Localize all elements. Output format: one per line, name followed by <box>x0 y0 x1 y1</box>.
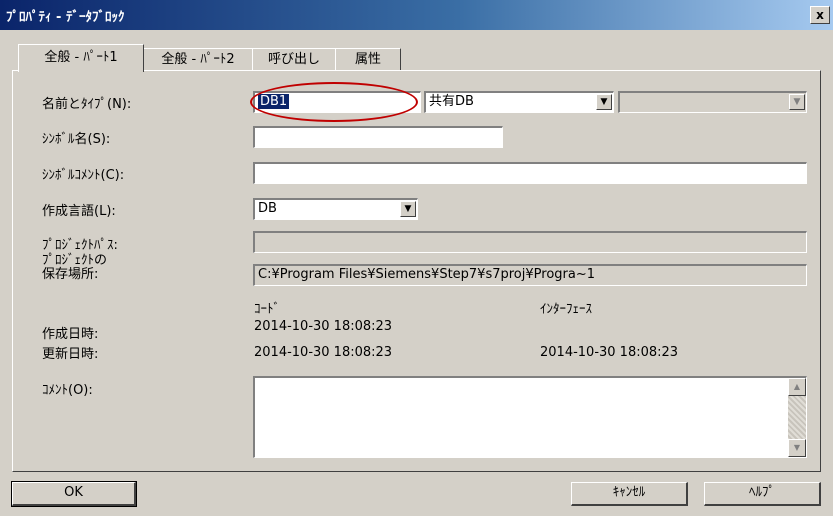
created-code-date: 2014-10-30 18:08:23 <box>254 319 393 334</box>
block-type-value: 共有DB <box>429 94 474 109</box>
language-value: DB <box>258 201 277 216</box>
close-button[interactable]: x <box>810 6 830 24</box>
tab-general-part2[interactable]: 全般 - ﾊﾟｰﾄ2 <box>143 48 253 71</box>
created-label: 作成日時: <box>42 327 99 342</box>
code-column-header: ｺｰﾄﾞ <box>254 302 280 317</box>
language-label: 作成言語(L): <box>42 204 116 219</box>
annotation-ellipse <box>250 82 418 122</box>
modified-interface-date: 2014-10-30 18:08:23 <box>540 345 679 360</box>
tab-attributes[interactable]: 属性 <box>335 48 401 71</box>
ok-button[interactable]: OK <box>11 481 137 507</box>
project-path-field <box>253 231 807 253</box>
help-button[interactable]: ﾍﾙﾌﾟ <box>704 482 821 506</box>
symbol-comment-label: ｼﾝﾎﾞﾙｺﾒﾝﾄ(C): <box>42 168 125 183</box>
tab-call[interactable]: 呼び出し <box>252 48 336 71</box>
project-storage-label-line2: 保存場所: <box>42 267 99 282</box>
symbol-comment-input[interactable] <box>253 162 807 184</box>
modified-code-date: 2014-10-30 18:08:23 <box>254 345 393 360</box>
chevron-down-icon[interactable]: ▼ <box>400 201 416 217</box>
comment-label: ｺﾒﾝﾄ(O): <box>42 383 93 398</box>
project-storage-field: C:¥Program Files¥Siemens¥Step7¥s7proj¥Pr… <box>253 264 807 286</box>
language-select[interactable]: DB ▼ <box>253 198 418 220</box>
title-bar: ﾌﾟﾛﾊﾟﾃｨ - ﾃﾞｰﾀﾌﾞﾛｯｸ x <box>0 0 833 30</box>
cancel-button[interactable]: ｷｬﾝｾﾙ <box>571 482 688 506</box>
window-title: ﾌﾟﾛﾊﾟﾃｨ - ﾃﾞｰﾀﾌﾞﾛｯｸ <box>6 10 125 25</box>
scroll-up-icon[interactable]: ▲ <box>788 378 806 396</box>
name-type-label: 名前とﾀｲﾌﾟ(N): <box>42 97 132 112</box>
comment-scrollbar[interactable]: ▲ ▼ <box>788 378 806 457</box>
project-storage-label-line1: ﾌﾟﾛｼﾞｪｸﾄの <box>42 253 108 268</box>
symbol-name-label: ｼﾝﾎﾞﾙ名(S): <box>42 132 111 147</box>
chevron-down-icon: ▼ <box>789 94 805 110</box>
symbol-name-input[interactable] <box>253 126 503 148</box>
project-path-label: ﾌﾟﾛｼﾞｪｸﾄﾊﾟｽ: <box>42 238 118 253</box>
chevron-down-icon[interactable]: ▼ <box>596 94 612 110</box>
modified-label: 更新日時: <box>42 347 99 362</box>
interface-column-header: ｲﾝﾀｰﾌｪｰｽ <box>540 302 592 317</box>
scroll-down-icon[interactable]: ▼ <box>788 439 806 457</box>
tab-general-part1[interactable]: 全般 - ﾊﾟｰﾄ1 <box>18 44 144 72</box>
block-extra-select: ▼ <box>618 91 807 113</box>
block-type-select[interactable]: 共有DB ▼ <box>424 91 614 113</box>
comment-textarea[interactable]: ▲ ▼ <box>253 376 807 458</box>
